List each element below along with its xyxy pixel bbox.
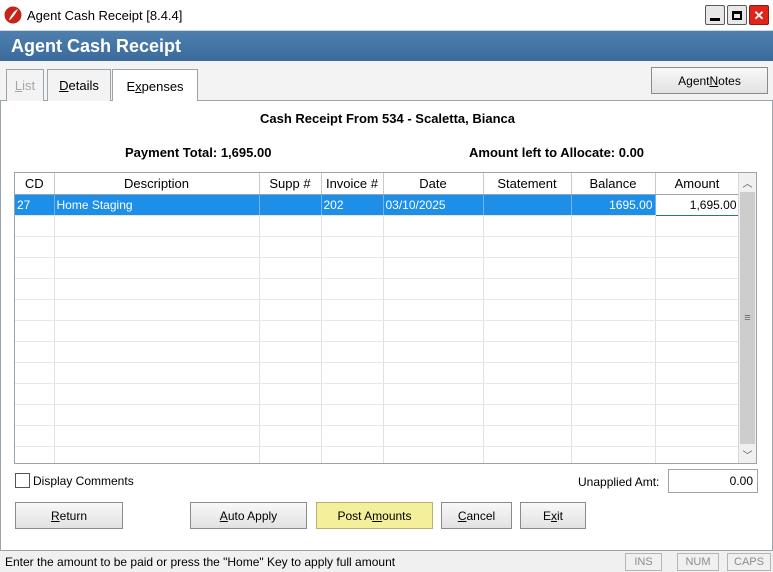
table-row-empty	[15, 341, 740, 363]
status-bar: Enter the amount to be paid or press the…	[0, 550, 773, 572]
cell-cd: 27	[15, 194, 55, 216]
maximize-icon	[732, 10, 742, 20]
col-header-invoice[interactable]: Invoice #	[321, 173, 384, 195]
page-title: Agent Cash Receipt	[11, 36, 182, 56]
table-row-empty	[15, 446, 740, 463]
scroll-thumb[interactable]: ≡	[740, 192, 755, 444]
close-button[interactable]: ✕	[749, 5, 769, 25]
cancel-button[interactable]: Cancel	[441, 502, 512, 529]
tab-strip: List Details Ex penses Agent Notes	[0, 61, 773, 102]
receipt-title: Cash Receipt From 534 - Scaletta, Bianca	[259, 111, 516, 126]
post-amounts-label-u: m	[372, 508, 383, 523]
amount-input[interactable]: 1,695.00	[654, 193, 740, 216]
agent-notes-label-post: otes	[718, 73, 741, 88]
unapplied-amount-field[interactable]: 0.00	[668, 469, 758, 493]
cancel-label-post: ancel	[466, 508, 496, 523]
post-amounts-button[interactable]: Post Am ounts	[316, 502, 433, 529]
grip-icon: ≡	[744, 312, 751, 324]
window-title: Agent Cash Receipt [8.4.4]	[27, 8, 183, 23]
header-band: Agent Cash Receipt	[0, 31, 773, 61]
cancel-label-u: C	[457, 508, 467, 523]
cell-date: 03/10/2025	[383, 194, 484, 216]
col-header-cd[interactable]: CD	[15, 173, 55, 195]
close-icon: ✕	[753, 7, 765, 23]
post-amounts-label-post: ounts	[382, 508, 412, 523]
agent-notes-label-pre: Agent	[678, 73, 710, 88]
cell-statement	[483, 194, 572, 216]
cell-invoice: 202	[321, 194, 384, 216]
display-comments-toggle[interactable]: Display Comments	[15, 473, 134, 488]
cell-supp	[259, 194, 322, 216]
window-titlebar: Agent Cash Receipt [8.4.4] ✕	[0, 0, 773, 31]
expenses-grid[interactable]: CD Description Supp # Invoice # Date Sta…	[14, 172, 757, 464]
display-comments-label: Display Comments	[33, 473, 134, 488]
return-button[interactable]: Return	[15, 502, 123, 529]
display-comments-checkbox[interactable]	[15, 473, 30, 488]
scroll-up-arrow-icon[interactable]: ︿	[739, 173, 756, 191]
num-indicator: NUM	[677, 553, 719, 571]
return-label-u: R	[50, 508, 60, 523]
table-row[interactable]: 27 Home Staging 202 03/10/2025 1695.00 1…	[15, 193, 740, 216]
table-row-empty	[15, 299, 740, 321]
scroll-down-arrow-icon[interactable]: ﹀	[739, 445, 756, 463]
tab-details[interactable]: Details	[47, 69, 111, 101]
feather-logo-icon	[4, 6, 22, 24]
cell-balance: 1695.00	[571, 194, 656, 216]
grid-scrollbar[interactable]: ︿ ≡ ﹀	[738, 173, 756, 463]
tab-expenses-label-pre: E	[126, 78, 136, 94]
table-row-empty	[15, 236, 740, 258]
col-header-description[interactable]: Description	[54, 173, 260, 195]
auto-apply-button[interactable]: Auto Apply	[190, 502, 307, 529]
exit-label-post: it	[557, 508, 563, 523]
auto-apply-label-post: uto Apply	[227, 508, 278, 523]
unapplied-amount-label: Unapplied Amt:	[578, 475, 660, 489]
status-message: Enter the amount to be paid or press the…	[5, 555, 396, 569]
tab-details-label-post: etails	[68, 78, 99, 93]
table-row-empty	[15, 383, 740, 405]
minimize-icon	[710, 17, 720, 21]
payment-total: Payment Total: 1,695.00	[125, 145, 272, 160]
post-amounts-label-pre: Post A	[337, 508, 373, 523]
maximize-button[interactable]	[727, 5, 747, 25]
agent-notes-label-u: N	[709, 73, 719, 88]
table-row-empty	[15, 425, 740, 447]
grid-header-row: CD Description Supp # Invoice # Date Sta…	[15, 173, 740, 195]
table-row-empty	[15, 215, 740, 237]
exit-button[interactable]: Ex it	[520, 502, 586, 529]
exit-label-pre: E	[542, 508, 551, 523]
col-header-supp[interactable]: Supp #	[259, 173, 322, 195]
return-label-post: eturn	[59, 508, 88, 523]
col-header-date[interactable]: Date	[383, 173, 484, 195]
tab-list-label-u: L	[14, 78, 23, 93]
col-header-balance[interactable]: Balance	[571, 173, 656, 195]
table-row-empty	[15, 404, 740, 426]
caps-indicator: CAPS	[727, 553, 771, 571]
minimize-button[interactable]	[705, 5, 725, 25]
table-row-empty	[15, 320, 740, 342]
amount-left-to-allocate: Amount left to Allocate: 0.00	[469, 145, 645, 160]
table-row-empty	[15, 257, 740, 279]
col-header-amount[interactable]: Amount	[655, 173, 740, 195]
col-header-statement[interactable]: Statement	[483, 173, 572, 195]
tab-expenses-label-post: penses	[141, 78, 184, 94]
table-row-empty	[15, 278, 740, 300]
auto-apply-label-u: A	[219, 508, 228, 523]
tab-details-label-u: D	[59, 78, 69, 93]
ins-indicator: INS	[625, 553, 662, 571]
cell-description: Home Staging	[54, 194, 260, 216]
expenses-table: CD Description Supp # Invoice # Date Sta…	[15, 173, 740, 463]
tab-list-label-post: ist	[22, 78, 36, 93]
content-panel: Cash Receipt From 534 - Scaletta, Bianca…	[0, 101, 773, 550]
table-row-empty	[15, 362, 740, 384]
tab-expenses[interactable]: Ex penses	[112, 69, 198, 102]
tab-list: List	[6, 69, 44, 101]
agent-notes-button[interactable]: Agent Notes	[651, 67, 768, 94]
